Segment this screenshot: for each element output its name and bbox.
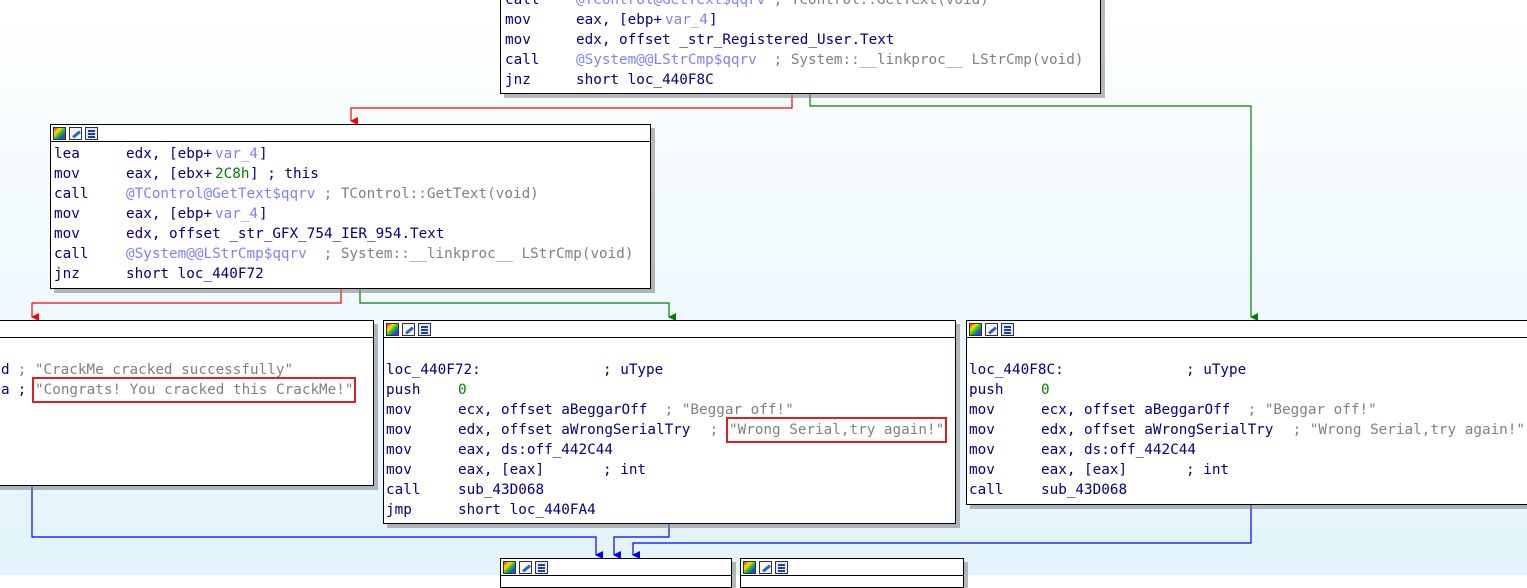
bottom-right-block[interactable] bbox=[740, 558, 964, 588]
block-header bbox=[741, 559, 963, 576]
edge-true-top-to-right bbox=[809, 94, 1258, 321]
code-line[interactable]: mov edx, offset aWrongSerialTry ; "Wrong… bbox=[967, 420, 1527, 440]
code-line[interactable]: call sub_43D068 bbox=[967, 480, 1527, 500]
right-fail-block[interactable]: loc_440F8C: ; uType push 0 mov ecx, offs… bbox=[966, 320, 1527, 505]
graph-view-icon[interactable] bbox=[85, 126, 98, 140]
code-line[interactable]: mov eax, [eax] ; int bbox=[967, 460, 1527, 480]
code-line[interactable]: push 0 bbox=[384, 380, 955, 400]
graph-view-icon[interactable] bbox=[535, 560, 548, 574]
middle-code-block[interactable]: lea edx, [ebp+ var_4 ] mov eax, [ebx+ 2C… bbox=[50, 124, 651, 289]
code-label[interactable]: loc_440F72: ; uType bbox=[384, 360, 955, 380]
code-line[interactable]: mov eax, [eax] ; int bbox=[384, 460, 955, 480]
highlighted-success-string: "Congrats! You cracked this CrackMe!" bbox=[31, 377, 357, 403]
code-line[interactable]: mov eax, ds:off_442C44 bbox=[384, 440, 955, 460]
code-line[interactable]: mov edx, offset _str_Registered_User.Tex… bbox=[501, 30, 1100, 50]
block-header bbox=[501, 559, 731, 576]
code-line[interactable]: mov eax, [ebp+ var_4 ] bbox=[501, 10, 1100, 30]
edge-false-top-to-middle bbox=[350, 94, 793, 125]
color-palette-icon[interactable] bbox=[386, 322, 399, 336]
color-palette-icon[interactable] bbox=[969, 322, 982, 336]
code-line[interactable]: lea edx, [ebp+ var_4 ] bbox=[51, 144, 650, 164]
edit-icon[interactable] bbox=[402, 322, 415, 336]
code-line[interactable]: call @TControl@GetText$qqrv ; TControl::… bbox=[501, 0, 1100, 10]
edit-icon[interactable] bbox=[69, 126, 82, 140]
edit-icon[interactable] bbox=[519, 560, 532, 574]
color-palette-icon[interactable] bbox=[743, 560, 756, 574]
code-line[interactable]: jmp short loc_440FA4 bbox=[384, 500, 955, 520]
graph-view-icon[interactable] bbox=[418, 322, 431, 336]
edge-false-middle-to-left bbox=[31, 289, 342, 321]
code-line[interactable]: call @System@@LStrCmp$qqrv ; System::__l… bbox=[501, 50, 1100, 70]
code-line[interactable]: jnz short loc_440F72 bbox=[51, 264, 650, 284]
code-line[interactable]: d ; "CrackMe cracked successfully" bbox=[0, 360, 373, 380]
edge-jump-center-to-bottom bbox=[613, 524, 670, 559]
highlighted-fail-string: "Wrong Serial,try again!" bbox=[725, 417, 948, 443]
code-line[interactable]: call @TControl@GetText$qqrv ; TControl::… bbox=[51, 184, 650, 204]
bottom-left-block[interactable] bbox=[500, 558, 732, 588]
edge-true-middle-to-center bbox=[359, 289, 676, 321]
edit-icon[interactable] bbox=[985, 322, 998, 336]
code-line[interactable]: a ; "Congrats! You cracked this CrackMe!… bbox=[0, 377, 373, 403]
edit-icon[interactable] bbox=[759, 560, 772, 574]
graph-view-icon[interactable] bbox=[1001, 322, 1014, 336]
code-line[interactable]: mov ecx, offset aBeggarOff ; "Beggar off… bbox=[384, 400, 955, 420]
code-line[interactable]: mov edx, offset aWrongSerialTry ; "Wrong… bbox=[384, 417, 955, 443]
code-line[interactable]: call @System@@LStrCmp$qqrv ; System::__l… bbox=[51, 244, 650, 264]
left-success-block[interactable]: d ; "CrackMe cracked successfully" a ; "… bbox=[0, 320, 374, 486]
block-header bbox=[51, 125, 650, 142]
code-line[interactable]: mov eax, ds:off_442C44 bbox=[967, 440, 1527, 460]
block-header bbox=[0, 321, 373, 338]
block-header bbox=[967, 321, 1527, 338]
code-line[interactable]: mov ecx, offset aBeggarOff ; "Beggar off… bbox=[967, 400, 1527, 420]
code-line[interactable]: mov eax, [ebx+ 2C8h ] ; this bbox=[51, 164, 650, 184]
top-code-block[interactable]: call @TControl@GetText$qqrv ; TControl::… bbox=[500, 0, 1101, 94]
code-line[interactable]: push 0 bbox=[967, 380, 1527, 400]
color-palette-icon[interactable] bbox=[503, 560, 516, 574]
code-line[interactable]: mov edx, offset _str_GFX_754_IER_954.Tex… bbox=[51, 224, 650, 244]
code-line[interactable]: call sub_43D068 bbox=[384, 480, 955, 500]
code-line[interactable]: jnz short loc_440F8C bbox=[501, 70, 1100, 90]
code-line[interactable]: mov eax, [ebp+ var_4 ] bbox=[51, 204, 650, 224]
graph-view-icon[interactable] bbox=[775, 560, 788, 574]
block-header bbox=[384, 321, 955, 338]
code-label[interactable]: loc_440F8C: ; uType bbox=[967, 360, 1527, 380]
center-fail-block[interactable]: loc_440F72: ; uType push 0 mov ecx, offs… bbox=[383, 320, 956, 524]
color-palette-icon[interactable] bbox=[53, 126, 66, 140]
